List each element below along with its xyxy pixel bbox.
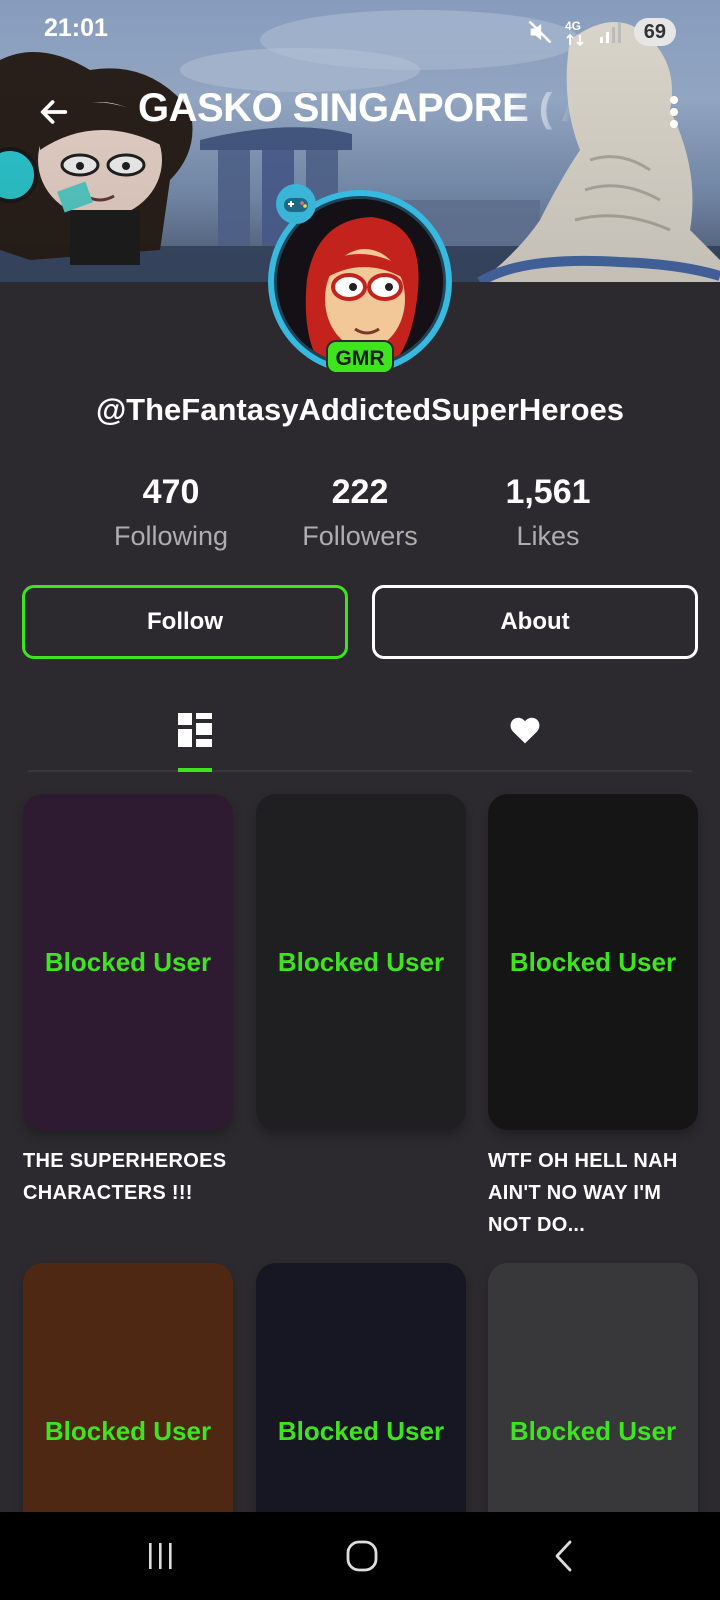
avatar[interactable]: GMR [264,184,456,378]
status-icons: 4G 69 [526,16,676,48]
content-tabs [28,690,692,772]
stat-label: Followers [302,521,418,551]
status-badge: GMR [326,340,394,374]
battery-icon: 69 [633,18,676,46]
home-button[interactable] [332,1530,392,1582]
about-button[interactable]: About [372,585,698,659]
stat-following[interactable]: 470 Following [76,470,266,558]
video-card-2[interactable]: Blocked User [256,794,466,1130]
stat-likes[interactable]: 1,561 Likes [453,470,643,558]
blocked-label: Blocked User [277,1415,445,1446]
back-button[interactable] [30,88,78,136]
profile-screen: 21:01 4G 69 GASKO SINGAPORE (A GMR @The… [0,0,720,1600]
signal-icon [598,19,624,45]
arrow-left-icon [40,100,68,124]
svg-text:4G: 4G [565,19,581,33]
video-card-1[interactable]: Blocked User [23,794,233,1130]
status-bar: 21:01 4G 69 [0,0,720,64]
video-caption-3: WTF OH HELL NAH AIN'T NO WAY I'M NOT DO.… [488,1150,678,1236]
active-tab-indicator [178,768,212,772]
video-card-3[interactable]: Blocked User [488,794,698,1130]
more-vertical-icon [670,96,678,128]
recent-apps-icon [149,1543,172,1569]
stat-label: Likes [516,521,580,551]
network-4g-icon: 4G [564,17,588,47]
stat-value: 1,561 [505,473,591,511]
follow-button[interactable]: Follow [22,585,348,659]
grid-icon [178,713,212,747]
blocked-label: Blocked User [44,1415,212,1446]
blocked-label: Blocked User [509,946,677,977]
mute-icon [526,18,554,46]
back-icon [555,1540,572,1572]
stat-value: 470 [142,473,200,511]
heart-icon [510,717,540,744]
stat-followers[interactable]: 222 Followers [265,470,455,558]
blocked-label: Blocked User [44,946,212,977]
blocked-label: Blocked User [509,1415,677,1446]
page-title: GASKO SINGAPORE ( A [138,86,574,130]
status-time: 21:01 [44,14,108,42]
recent-apps-button[interactable] [130,1530,190,1582]
system-back-button[interactable] [534,1530,594,1582]
profile-username: @TheFantasyAddictedSuperHeroes [95,392,625,427]
stat-label: Following [113,521,229,551]
blocked-label: Blocked User [277,946,445,977]
system-nav-bar [0,1512,720,1600]
stat-value: 222 [331,473,389,511]
gamepad-icon [274,182,318,226]
home-icon [346,1540,378,1572]
profile-stats: 470 Following 222 Followers 1,561 Likes [0,470,720,560]
tab-liked[interactable] [475,690,575,770]
tab-videos[interactable] [145,690,245,770]
video-caption-1: THE SUPERHEROES CHARACTERS !!! [23,1150,227,1204]
more-options-button[interactable] [654,92,694,132]
